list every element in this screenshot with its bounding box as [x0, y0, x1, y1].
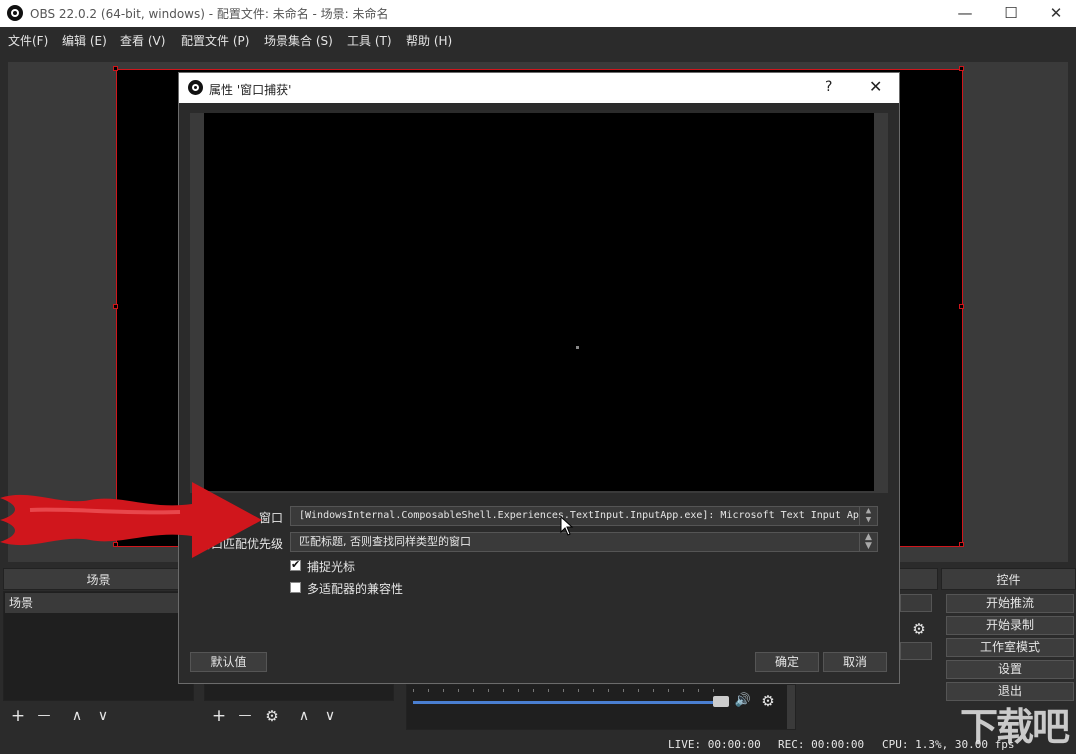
minimize-button[interactable]: — — [942, 0, 988, 27]
resize-handle[interactable] — [113, 66, 118, 71]
volume-meter-ticks — [413, 689, 723, 692]
status-bar: LIVE: 00:00:00 REC: 00:00:00 CPU: 1.3%, … — [0, 734, 1076, 754]
rec-timer: REC: 00:00:00 — [778, 738, 865, 751]
window-select[interactable]: [WindowsInternal.ComposableShell.Experie… — [290, 506, 878, 526]
remove-source-icon[interactable]: — — [234, 705, 256, 727]
scenes-dock-header: 场景 — [3, 568, 194, 590]
close-window-button[interactable]: ✕ — [1033, 0, 1076, 27]
scenes-list[interactable]: 场景 — [3, 591, 194, 701]
scenes-toolbar: + — ∧ ∨ — [3, 702, 194, 730]
menu-tools[interactable]: 工具 (T) — [347, 32, 392, 49]
controls-dock-header: 控件 — [941, 568, 1076, 590]
defaults-button[interactable]: 默认值 — [190, 652, 267, 672]
audio-settings-gear-icon[interactable]: ⚙ — [757, 690, 779, 712]
properties-dialog: 属性 '窗口捕获' ? ✕ 窗口 [WindowsInternal.Compos… — [178, 72, 900, 684]
add-source-icon[interactable]: + — [208, 705, 230, 727]
mouse-cursor-icon — [560, 516, 574, 536]
menu-bar: 文件(F) 编辑 (E) 查看 (V) 配置文件 (P) 场景集合 (S) 工具… — [0, 27, 1076, 54]
window-titlebar: OBS 22.0.2 (64-bit, windows) - 配置文件: 未命名… — [0, 0, 1076, 27]
mixer-scrollbar[interactable] — [787, 685, 795, 729]
sources-list[interactable] — [204, 684, 394, 701]
dialog-titlebar: 属性 '窗口捕获' ? ✕ — [179, 73, 899, 103]
checkmark-icon: ✔ — [291, 558, 301, 571]
start-recording-button[interactable]: 开始录制 — [946, 616, 1074, 635]
live-timer: LIVE: 00:00:00 — [668, 738, 761, 751]
volume-slider-handle[interactable] — [713, 696, 729, 707]
capture-cursor-label: 捕捉光标 — [307, 560, 356, 574]
preview-dot — [576, 346, 579, 349]
capture-cursor-checkbox[interactable]: ✔ — [290, 558, 301, 571]
close-dialog-button[interactable]: ✕ — [869, 77, 882, 96]
move-up-icon[interactable]: ∧ — [66, 705, 88, 727]
source-properties-gear-icon[interactable]: ⚙ — [261, 705, 283, 727]
scene-item[interactable]: 场景 — [5, 593, 192, 613]
settings-button[interactable]: 设置 — [946, 660, 1074, 679]
resize-handle[interactable] — [959, 66, 964, 71]
remove-scene-icon[interactable]: — — [33, 705, 55, 727]
sources-toolbar: + — ⚙ ∧ ∨ — [204, 702, 394, 730]
chevron-updown-icon: ▲ ▼ — [859, 533, 877, 551]
maximize-button[interactable]: ☐ — [988, 0, 1034, 27]
red-arrow-annotation — [0, 482, 262, 558]
studio-mode-button[interactable]: 工作室模式 — [946, 638, 1074, 657]
menu-profile[interactable]: 配置文件 (P) — [181, 32, 249, 49]
resize-handle[interactable] — [959, 542, 964, 547]
menu-edit[interactable]: 编辑 (E) — [62, 32, 107, 49]
obs-logo-icon — [188, 80, 203, 95]
multi-adapter-label: 多适配器的兼容性 — [307, 582, 404, 596]
source-move-up-icon[interactable]: ∧ — [293, 705, 315, 727]
dialog-preview-frame — [190, 113, 888, 493]
menu-scene-collection[interactable]: 场景集合 (S) — [264, 32, 333, 49]
multi-adapter-checkbox[interactable] — [290, 582, 301, 593]
window-title: OBS 22.0.2 (64-bit, windows) - 配置文件: 未命名… — [30, 7, 389, 21]
duration-spinbox[interactable] — [900, 642, 932, 660]
chevron-updown-icon: ▲ ▼ — [859, 507, 877, 525]
source-move-down-icon[interactable]: ∨ — [319, 705, 341, 727]
menu-view[interactable]: 查看 (V) — [120, 32, 165, 49]
resize-handle[interactable] — [959, 304, 964, 309]
ok-button[interactable]: 确定 — [755, 652, 819, 672]
speaker-icon[interactable]: 🔊 — [732, 690, 754, 712]
cancel-button[interactable]: 取消 — [823, 652, 887, 672]
obs-logo-icon — [7, 5, 23, 21]
menu-help[interactable]: 帮助 (H) — [406, 32, 452, 49]
dialog-title: 属性 '窗口捕获' — [209, 83, 292, 97]
priority-select-value: 匹配标题, 否则查找同样类型的窗口 — [299, 535, 471, 548]
menu-file[interactable]: 文件(F) — [8, 32, 48, 49]
transition-gear-icon[interactable]: ⚙ — [908, 618, 930, 640]
help-button[interactable]: ? — [825, 79, 832, 95]
window-select-value: [WindowsInternal.ComposableShell.Experie… — [299, 510, 859, 521]
move-down-icon[interactable]: ∨ — [92, 705, 114, 727]
watermark-logo: 下载吧 — [959, 705, 1070, 749]
dialog-preview-canvas — [204, 113, 874, 491]
audio-mixer: 🔊 ⚙ — [406, 684, 796, 730]
transitions-dock-header — [898, 568, 938, 590]
transition-select[interactable] — [900, 594, 932, 612]
volume-slider-track[interactable] — [413, 701, 723, 704]
add-scene-icon[interactable]: + — [7, 705, 29, 727]
resize-handle[interactable] — [113, 304, 118, 309]
start-streaming-button[interactable]: 开始推流 — [946, 594, 1074, 613]
priority-select[interactable]: 匹配标题, 否则查找同样类型的窗口 ▲ ▼ — [290, 532, 878, 552]
